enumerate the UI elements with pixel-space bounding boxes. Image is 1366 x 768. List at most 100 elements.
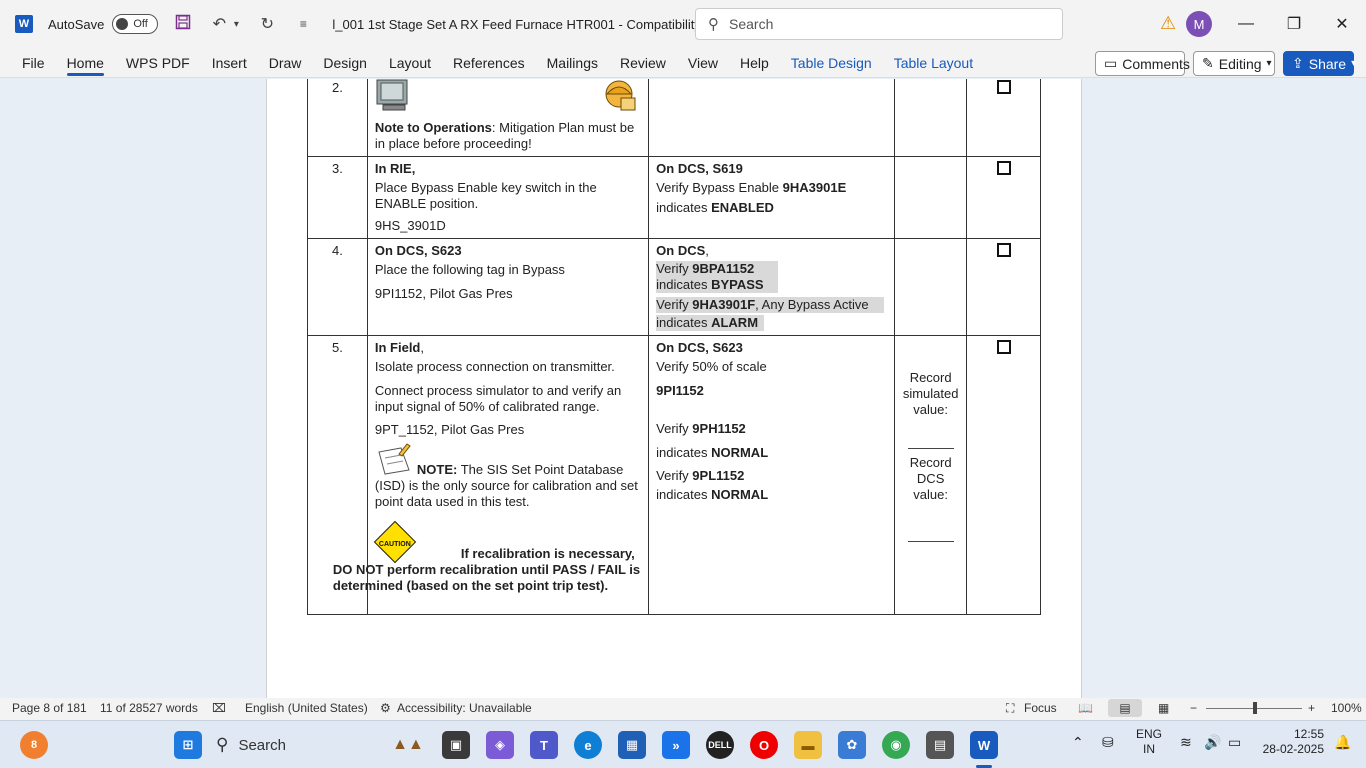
volume-icon[interactable]: 🔊: [1204, 735, 1221, 750]
cell-text: Connect process simulator to and verify …: [374, 383, 622, 414]
record-label: Record simulated value:: [902, 370, 959, 417]
tab-file[interactable]: File: [11, 48, 56, 78]
word-count[interactable]: 11 of 28527 words: [100, 701, 198, 715]
warning-icon[interactable]: ⚠: [1160, 13, 1176, 34]
undo-icon[interactable]: ↶: [208, 14, 230, 34]
clock-time: 12:55: [1293, 727, 1324, 741]
tab-table-layout[interactable]: Table Layout: [883, 48, 984, 78]
zoom-out-icon[interactable]: −: [1190, 701, 1197, 715]
battery-icon[interactable]: ▭: [1228, 735, 1241, 750]
zoom-slider-thumb[interactable]: [1253, 702, 1257, 714]
procedure-table[interactable]: 2. Note to Operations: Mitigation Plan m…: [307, 79, 1041, 615]
taskbar-search[interactable]: ⚲ Search: [216, 729, 376, 761]
word-taskbar-icon[interactable]: W: [970, 731, 998, 759]
minimize-button[interactable]: —: [1232, 10, 1260, 38]
table-cell[interactable]: [966, 238, 1041, 336]
notification-bell-icon[interactable]: 🔔: [1334, 735, 1351, 750]
tab-mailings[interactable]: Mailings: [536, 48, 609, 78]
accessibility-icon[interactable]: ⚙: [380, 701, 391, 715]
tab-design[interactable]: Design: [312, 48, 378, 78]
web-layout-icon[interactable]: ▦: [1158, 701, 1169, 715]
save-icon[interactable]: [172, 14, 194, 35]
app-icon[interactable]: ▤: [926, 731, 954, 759]
chevron-up-icon[interactable]: ⌃: [1072, 735, 1084, 750]
store-icon[interactable]: ▦: [618, 731, 646, 759]
tab-table-design[interactable]: Table Design: [780, 48, 883, 78]
table-cell[interactable]: In RIE, Place Bypass Enable key switch i…: [366, 156, 650, 239]
table-cell[interactable]: On DCS, S619 Verify Bypass Enable 9HA390…: [648, 156, 896, 239]
tab-wps-pdf[interactable]: WPS PDF: [115, 48, 201, 78]
record-blank-line[interactable]: [907, 541, 954, 542]
document-workspace[interactable]: 2. Note to Operations: Mitigation Plan m…: [0, 79, 1366, 698]
editing-mode-button[interactable]: ✎ Editing ▾: [1193, 51, 1275, 76]
table-cell[interactable]: [966, 335, 1041, 615]
photos-icon[interactable]: ✿: [838, 731, 866, 759]
table-cell[interactable]: [966, 156, 1041, 239]
tab-references[interactable]: References: [442, 48, 536, 78]
cell-text: indicates NORMAL: [656, 487, 887, 503]
close-button[interactable]: ✕: [1328, 10, 1356, 38]
chrome-icon[interactable]: ◉: [882, 731, 910, 759]
network-drive-icon[interactable]: ⛁: [1102, 735, 1114, 750]
read-mode-icon[interactable]: 📖: [1078, 701, 1093, 715]
autosave-toggle[interactable]: Off: [112, 14, 159, 34]
search-highlight-icon[interactable]: ▲▲: [386, 731, 430, 759]
page-count[interactable]: Page 8 of 181: [12, 701, 87, 715]
language-status[interactable]: English (United States): [245, 701, 368, 715]
share-button[interactable]: ⇪ Share ▾: [1283, 51, 1356, 76]
task-view-icon[interactable]: ▣: [442, 731, 470, 759]
power-automate-icon[interactable]: »: [662, 731, 690, 759]
accessibility-status[interactable]: Accessibility: Unavailable: [397, 701, 532, 715]
copilot-icon[interactable]: ◈: [486, 731, 514, 759]
focus-icon[interactable]: ⛶: [1006, 701, 1014, 716]
print-layout-icon[interactable]: ▤: [1108, 699, 1142, 717]
table-cell[interactable]: [966, 79, 1041, 157]
table-cell[interactable]: [648, 79, 896, 157]
zoom-in-icon[interactable]: +: [1308, 701, 1315, 715]
tab-review[interactable]: Review: [609, 48, 677, 78]
table-cell[interactable]: On DCS, S623 Verify 50% of scale 9PI1152…: [648, 335, 896, 615]
customize-toolbar-icon[interactable]: ≡: [292, 17, 314, 31]
redo-icon[interactable]: ↻: [256, 14, 278, 34]
checkbox-icon[interactable]: [996, 80, 1011, 94]
wifi-icon[interactable]: ≋: [1180, 735, 1192, 750]
start-windows-icon[interactable]: ⊞: [174, 731, 202, 759]
record-blank-line[interactable]: [907, 448, 954, 449]
proofing-icon[interactable]: ⌧: [212, 701, 226, 715]
file-explorer-icon[interactable]: ▬: [794, 731, 822, 759]
tab-draw[interactable]: Draw: [258, 48, 313, 78]
checkbox-icon[interactable]: [996, 340, 1011, 354]
checkbox-icon[interactable]: [996, 243, 1011, 257]
opera-icon[interactable]: O: [750, 731, 778, 759]
teams-icon[interactable]: T: [530, 731, 558, 759]
table-cell[interactable]: [894, 79, 968, 157]
search-input[interactable]: ⚲ Search: [695, 8, 1063, 40]
language-indicator[interactable]: ENG IN: [1136, 727, 1162, 757]
document-title[interactable]: l_001 1st Stage Set A RX Feed Furnace HT…: [332, 17, 710, 32]
document-page[interactable]: 2. Note to Operations: Mitigation Plan m…: [266, 79, 1082, 698]
weather-icon[interactable]: 8: [20, 731, 48, 759]
table-row: 3. In RIE, Place Bypass Enable key switc…: [307, 156, 1041, 239]
edge-icon[interactable]: e: [574, 731, 602, 759]
tab-layout[interactable]: Layout: [378, 48, 442, 78]
zoom-level[interactable]: 100%: [1331, 701, 1362, 715]
table-cell[interactable]: On DCS, Verify 9BPA1152 indicates BYPASS…: [648, 238, 896, 336]
maximize-button[interactable]: ❐: [1280, 10, 1308, 38]
clock[interactable]: 12:55 28-02-2025: [1258, 727, 1324, 757]
tab-help[interactable]: Help: [729, 48, 780, 78]
dell-icon[interactable]: DELL: [706, 731, 734, 759]
avatar[interactable]: M: [1186, 11, 1212, 37]
table-cell[interactable]: Note to Operations: Mitigation Plan must…: [366, 79, 650, 157]
undo-dropdown-icon[interactable]: ▾: [230, 19, 242, 30]
table-cell[interactable]: [894, 156, 968, 239]
focus-button[interactable]: Focus: [1024, 701, 1057, 715]
comments-button[interactable]: ▭ Comments: [1095, 51, 1190, 76]
tab-home[interactable]: Home: [56, 48, 115, 78]
table-cell[interactable]: On DCS, S623 Place the following tag in …: [366, 238, 650, 336]
checkbox-icon[interactable]: [996, 161, 1011, 175]
tab-insert[interactable]: Insert: [201, 48, 258, 78]
table-cell[interactable]: [894, 238, 968, 336]
table-cell[interactable]: Record simulated value: Record DCS value…: [894, 335, 968, 615]
table-cell[interactable]: In Field, Isolate process connection on …: [333, 335, 650, 615]
tab-view[interactable]: View: [677, 48, 729, 78]
